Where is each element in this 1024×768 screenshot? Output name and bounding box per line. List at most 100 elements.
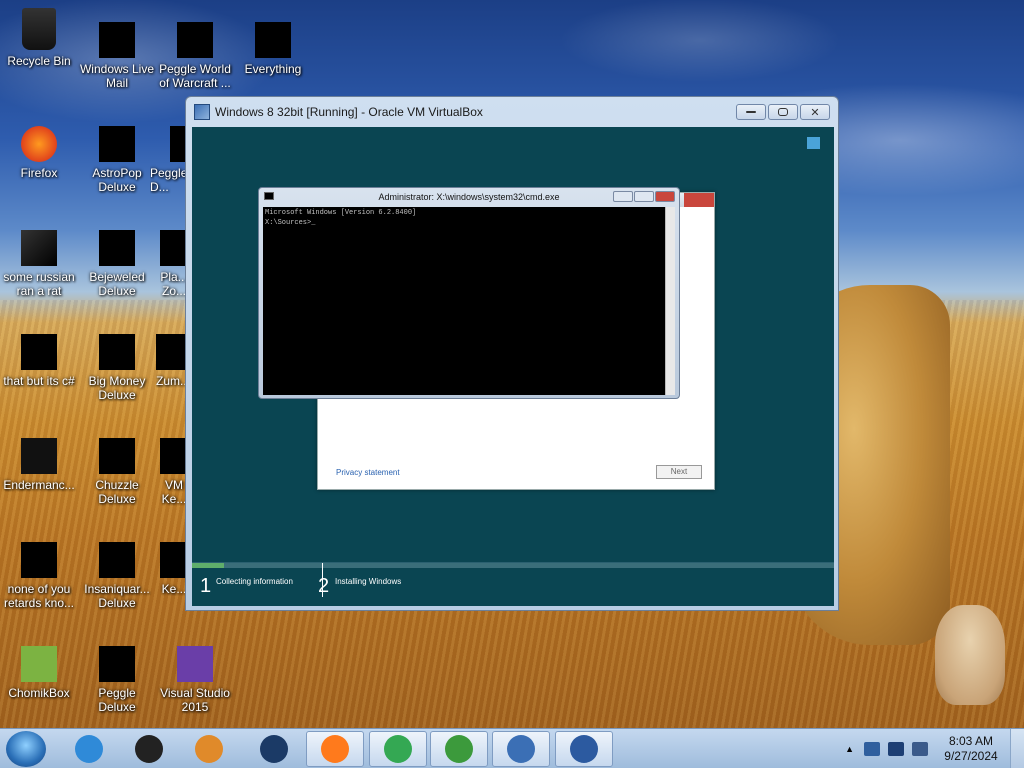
desktop-icon-windows-live-mail[interactable]: Windows Live Mail	[78, 22, 156, 90]
firefox-icon	[321, 735, 349, 763]
desktop-icon-label: that but its c#	[3, 374, 75, 388]
setup-progress: 1 Collecting information 2 Installing Wi…	[192, 562, 834, 606]
desktop-icon-chuzzle[interactable]: Chuzzle Deluxe	[78, 438, 156, 506]
app-icon	[160, 438, 188, 474]
cmd-window-controls	[613, 191, 675, 202]
desktop-icon-label: Ke...	[161, 582, 187, 596]
desktop-icon-visual-studio[interactable]: Visual Studio 2015	[156, 646, 234, 714]
taskbar-button[interactable]	[306, 731, 364, 767]
desktop-icon-peggle-partial[interactable]: Peggle D...	[150, 126, 188, 194]
desktop-icon-everything[interactable]: Everything	[234, 22, 312, 76]
desktop-icon-insaniquarium[interactable]: Insaniquar... Deluxe	[78, 542, 156, 610]
desktop-icon-none-of-you[interactable]: none of you retards kno...	[0, 542, 78, 610]
everything-icon	[255, 22, 291, 58]
desktop-icon-zuma[interactable]: Zum...	[156, 334, 188, 388]
desktop-icon-label: Everything	[244, 62, 302, 76]
desktop-icon-peggle-deluxe[interactable]: Peggle Deluxe	[78, 646, 156, 714]
step-number: 1	[200, 575, 212, 597]
cmd-console[interactable]: Microsoft Windows [Version 6.2.8400] X:\S…	[263, 207, 665, 395]
desktop-icon-endermanch[interactable]: Endermanc...	[0, 438, 78, 492]
privacy-statement-link[interactable]: Privacy statement	[336, 468, 400, 477]
desktop-icon-label: Pla... Zo...	[160, 270, 188, 298]
tray-app-icon[interactable]	[864, 742, 880, 756]
desktop-icon-label: some russian ran a rat	[3, 270, 75, 298]
clock[interactable]: 8:03 AM 9/27/2024	[932, 734, 1010, 764]
taskbar-button[interactable]	[492, 731, 550, 767]
cmd-close-button[interactable]	[655, 191, 675, 202]
desktop-icon-label: Peggle Deluxe	[98, 686, 136, 714]
maximize-button[interactable]	[768, 104, 798, 120]
setup-close-button[interactable]	[684, 193, 714, 207]
cmd-maximize-button[interactable]	[634, 191, 654, 202]
virtualbox-window[interactable]: Windows 8 32bit [Running] - Oracle VM Vi…	[185, 96, 839, 611]
desktop-icon-vm-partial[interactable]: VM Ke...	[160, 438, 188, 506]
system-tray: ▲ 8:03 AM 9/27/2024	[845, 729, 1024, 768]
volume-icon[interactable]	[912, 742, 928, 756]
mail-icon	[99, 22, 135, 58]
desktop-icon-some-russian[interactable]: some russian ran a rat	[0, 230, 78, 298]
big-money-icon	[99, 334, 135, 370]
desktop-icon-label: Big Money Deluxe	[88, 374, 146, 402]
desktop-icon-label: Zum...	[156, 374, 188, 388]
minimize-button[interactable]	[736, 104, 766, 120]
media-player-icon	[195, 735, 223, 763]
app-icon	[21, 334, 57, 370]
desktop-icon-plants-zombies[interactable]: Pla... Zo...	[160, 230, 188, 298]
download-manager-icon	[445, 735, 473, 763]
desktop-icon-that-but-its-csharp[interactable]: that but its c#	[0, 334, 78, 388]
desktop-icon-label: Recycle Bin	[7, 54, 71, 68]
cmd-window[interactable]: Administrator: X:\windows\system32\cmd.e…	[258, 187, 680, 399]
game-icon	[160, 230, 188, 266]
desktop-icon-big-money[interactable]: Big Money Deluxe	[78, 334, 156, 402]
app-icon	[21, 438, 57, 474]
clock-date: 9/27/2024	[944, 749, 998, 763]
cmd-titlebar[interactable]: Administrator: X:\windows\system32\cmd.e…	[259, 188, 679, 206]
cmd-scrollbar[interactable]	[665, 207, 675, 395]
progress-fill	[192, 563, 225, 568]
next-button[interactable]: Next	[656, 465, 702, 479]
taskbar-button[interactable]	[180, 731, 238, 767]
desktop-icon-label: Insaniquar... Deluxe	[84, 582, 150, 610]
app-icon	[160, 542, 188, 578]
desktop-icon-bejeweled[interactable]: Bejeweled Deluxe	[78, 230, 156, 298]
globe-icon	[260, 735, 288, 763]
progress-track	[192, 563, 834, 568]
desktop-icon-label: AstroPop Deluxe	[92, 166, 142, 194]
desktop-icon-firefox[interactable]: Firefox	[0, 126, 78, 180]
visual-studio-icon	[177, 646, 213, 682]
show-desktop-button[interactable]	[1010, 729, 1024, 768]
desktop-icon-label: Peggle World of Warcraft ...	[159, 62, 231, 90]
desktop-icon-label: Bejeweled Deluxe	[89, 270, 145, 298]
taskbar-button[interactable]	[430, 731, 488, 767]
start-button[interactable]	[6, 731, 46, 767]
taskbar-button[interactable]	[369, 731, 427, 767]
desktop-icon-peggle-wow[interactable]: Peggle World of Warcraft ...	[156, 22, 234, 90]
vm-windows8-icon	[570, 735, 598, 763]
window-title: Windows 8 32bit [Running] - Oracle VM Vi…	[215, 105, 483, 119]
vm-display[interactable]: Privacy statement Next Administrator: X:…	[192, 127, 834, 606]
taskbar-button[interactable]	[555, 731, 613, 767]
desktop-icon-label: Firefox	[20, 166, 58, 180]
console-line: Microsoft Windows [Version 6.2.8400]	[265, 209, 417, 217]
desktop-icon-label: VM Ke...	[161, 478, 187, 506]
desktop-icon-astropop[interactable]: AstroPop Deluxe	[78, 126, 156, 194]
desktop-icon-recycle-bin[interactable]: Recycle Bin	[0, 8, 78, 68]
chrome-icon	[384, 735, 412, 763]
app-icon	[21, 230, 57, 266]
taskbar-button[interactable]	[60, 731, 118, 767]
taskbar-button[interactable]	[120, 731, 178, 767]
close-button[interactable]: ✕	[800, 104, 830, 120]
taskbar-button[interactable]	[245, 731, 303, 767]
show-hidden-icons-button[interactable]: ▲	[845, 744, 854, 754]
cmd-minimize-button[interactable]	[613, 191, 633, 202]
internet-explorer-icon	[75, 735, 103, 763]
maximize-icon	[778, 108, 788, 116]
feedback-icon[interactable]	[807, 137, 820, 149]
app-icon	[21, 542, 57, 578]
desktop-icon-ke-partial[interactable]: Ke...	[160, 542, 188, 596]
step-number: 2	[318, 575, 330, 597]
network-icon[interactable]	[888, 742, 904, 756]
desktop-icon-chomikbox[interactable]: ChomikBox	[0, 646, 78, 700]
chomikbox-icon	[21, 646, 57, 682]
step-label: Installing Windows	[335, 577, 402, 586]
